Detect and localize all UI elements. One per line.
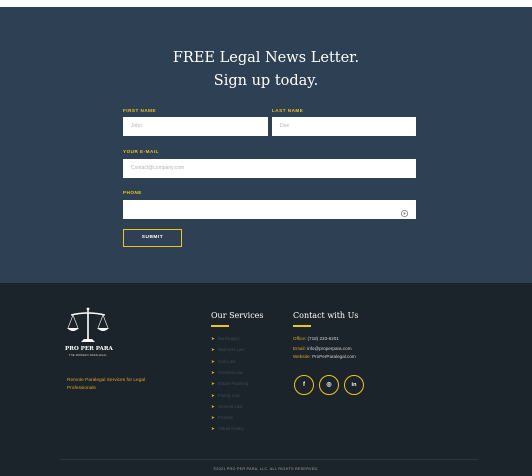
footer-tagline: Remote Paralegal Services for Legal Prof… bbox=[67, 378, 146, 391]
service-item-family-law[interactable]: ➤ Family Law bbox=[211, 392, 291, 401]
newsletter-title-line1: FREE Legal News Letter. bbox=[172, 50, 360, 66]
chevron-right-icon: ➤ bbox=[211, 381, 215, 387]
service-item-bankruptcy[interactable]: ➤ Bankruptcy bbox=[211, 335, 291, 344]
service-item-estate-planning[interactable]: ➤ Estate Planning bbox=[211, 380, 291, 389]
logo-tagline: THE MODERN PARALEGAL bbox=[68, 354, 108, 357]
newsletter-section: FREE Legal News Letter. Sign up today. F… bbox=[0, 7, 532, 283]
newsletter-title-line2: Sign up today. bbox=[213, 73, 319, 89]
website-value[interactable]: ProPerParalegal.com bbox=[312, 354, 356, 359]
chevron-right-icon: ➤ bbox=[211, 336, 215, 341]
services-title: Our Services bbox=[211, 311, 264, 320]
service-item-civil-law[interactable]: ➤ Civil Law bbox=[211, 358, 291, 367]
service-label: Probate bbox=[218, 415, 234, 421]
phone-field[interactable] bbox=[123, 200, 416, 219]
contact-office: Office: (718) 233-6201 bbox=[293, 335, 339, 342]
company-logo[interactable]: PRO PER PARA THE MODERN PARALEGAL bbox=[65, 306, 113, 368]
email-label: Email: bbox=[293, 346, 306, 351]
footer-divider bbox=[60, 459, 478, 460]
chevron-right-icon: ➤ bbox=[211, 415, 215, 421]
top-edge bbox=[0, 0, 532, 7]
logo-name: PRO PER PARA bbox=[65, 346, 113, 352]
service-item-probate[interactable]: ➤ Probate bbox=[211, 414, 291, 423]
service-item-virtual-notary[interactable]: ➤ Virtual Notary bbox=[211, 425, 291, 434]
service-label: General Law bbox=[218, 403, 243, 409]
service-label: Criminal Law bbox=[218, 369, 243, 375]
chevron-right-icon: ➤ bbox=[211, 358, 215, 364]
service-label: Bankruptcy bbox=[218, 336, 240, 341]
service-label: Virtual Notary bbox=[218, 426, 244, 432]
contact-title: Contact with Us bbox=[293, 311, 359, 320]
instagram-icon[interactable]: ◎ bbox=[319, 375, 339, 395]
contact-website: Website: ProPerParalegal.com bbox=[293, 353, 356, 360]
facebook-icon[interactable]: f bbox=[294, 375, 314, 395]
chevron-right-icon: ➤ bbox=[211, 347, 215, 353]
newsletter-title: FREE Legal News Letter. Sign up today. bbox=[0, 47, 532, 93]
office-value[interactable]: (718) 233-6201 bbox=[307, 336, 338, 341]
contact-title-underline bbox=[293, 325, 311, 327]
email-field[interactable]: Contact@company.com bbox=[123, 159, 416, 178]
service-label: Business Law bbox=[218, 347, 245, 353]
email-label: YOUR E-MAIL bbox=[123, 149, 159, 154]
service-item-business-law[interactable]: ➤ Business Law bbox=[211, 346, 291, 355]
scales-logo-icon bbox=[67, 307, 109, 342]
phone-label: PHONE bbox=[123, 190, 142, 195]
chevron-right-icon: ➤ bbox=[211, 403, 215, 409]
office-label: Office: bbox=[293, 336, 307, 341]
contact-email: Email: info@properpara.com bbox=[293, 345, 352, 352]
service-label: Civil Law bbox=[218, 358, 236, 364]
chevron-right-icon: ➤ bbox=[211, 426, 215, 432]
chevron-right-icon: ➤ bbox=[211, 369, 215, 375]
linkedin-icon[interactable]: in bbox=[344, 375, 364, 395]
service-item-general-law[interactable]: ➤ General Law bbox=[211, 403, 291, 412]
submit-button[interactable]: SUBMIT bbox=[123, 229, 182, 247]
site-footer: PRO PER PARA THE MODERN PARALEGAL Remote… bbox=[0, 283, 532, 476]
website-label: Website: bbox=[293, 354, 311, 359]
last-name-label: LAST NAME bbox=[272, 108, 304, 113]
service-item-criminal-law[interactable]: ➤ Criminal Law bbox=[211, 369, 291, 378]
first-name-field[interactable]: John bbox=[123, 117, 268, 136]
phone-icon bbox=[400, 205, 409, 218]
services-title-underline bbox=[211, 325, 229, 327]
service-label: Estate Planning bbox=[218, 381, 249, 387]
chevron-right-icon: ➤ bbox=[211, 392, 215, 398]
copyright-text: ©2021 PRO PER PARA, LLC. ALL RIGHTS RESE… bbox=[213, 467, 319, 471]
service-label: Family Law bbox=[218, 392, 240, 398]
email-value[interactable]: info@properpara.com bbox=[307, 346, 352, 351]
last-name-field[interactable]: Doe bbox=[272, 117, 416, 136]
first-name-label: FIRST NAME bbox=[123, 108, 157, 113]
